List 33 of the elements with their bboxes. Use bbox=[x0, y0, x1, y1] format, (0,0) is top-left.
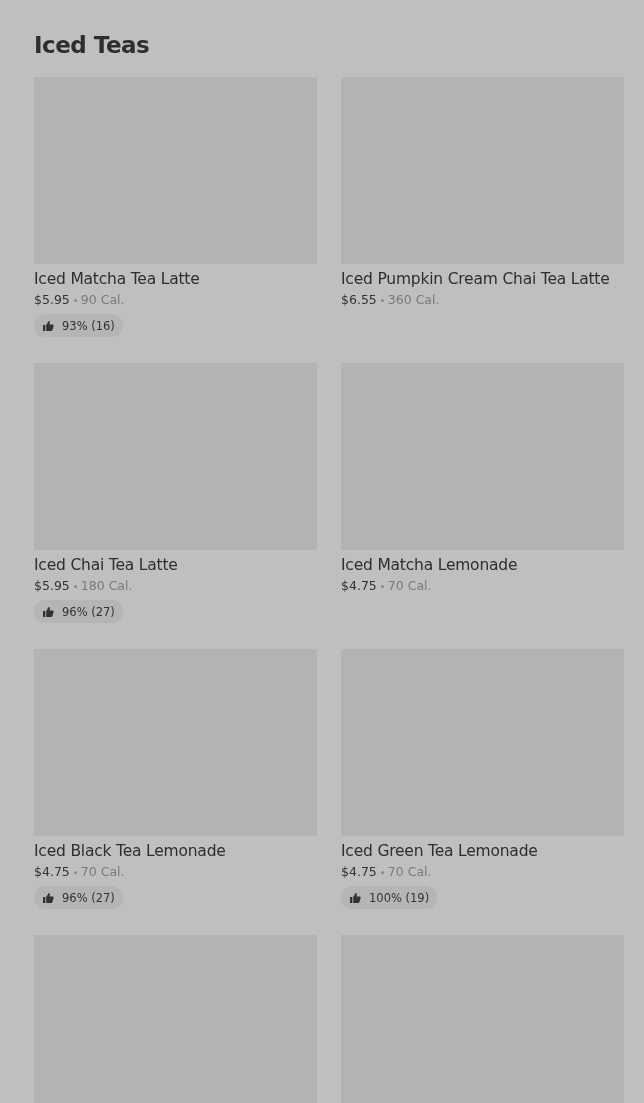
item-name[interactable]: Iced Green Tea Lemonade bbox=[341, 841, 624, 861]
rating-badge: 93% (16) bbox=[34, 314, 123, 337]
item-price: $6.55 bbox=[341, 292, 377, 308]
separator-dot bbox=[380, 298, 384, 302]
item-price: $4.75 bbox=[34, 864, 70, 880]
thumbs-up-icon bbox=[42, 605, 54, 618]
separator-dot bbox=[73, 298, 77, 302]
separator-dot bbox=[380, 870, 384, 874]
item-name[interactable]: Iced Matcha Lemonade bbox=[341, 555, 624, 575]
item-calories: 180 Cal. bbox=[80, 578, 133, 594]
section-title: Iced Teas bbox=[34, 31, 151, 59]
item-price: $4.75 bbox=[341, 864, 377, 880]
item-price: $5.95 bbox=[34, 578, 70, 594]
thumbs-up-icon bbox=[42, 891, 54, 904]
thumbs-up-icon bbox=[349, 891, 361, 904]
item-price: $5.95 bbox=[34, 292, 70, 308]
item-name[interactable]: Iced Chai Tea Latte bbox=[34, 555, 317, 575]
separator-dot bbox=[380, 584, 384, 588]
separator-dot bbox=[73, 584, 77, 588]
rating-badge: 96% (27) bbox=[34, 886, 123, 909]
thumbs-up-icon bbox=[42, 319, 54, 332]
item-calories: 90 Cal. bbox=[80, 292, 125, 308]
rating-badge: 96% (27) bbox=[34, 600, 123, 623]
item-name[interactable]: Iced Pumpkin Cream Chai Tea Latte bbox=[341, 269, 624, 289]
item-name[interactable]: Iced Matcha Tea Latte bbox=[34, 269, 317, 289]
item-price: $4.75 bbox=[341, 578, 377, 594]
item-calories: 70 Cal. bbox=[387, 864, 432, 880]
item-calories: 70 Cal. bbox=[80, 864, 125, 880]
item-name[interactable]: Iced Black Tea Lemonade bbox=[34, 841, 317, 861]
item-calories: 360 Cal. bbox=[387, 292, 440, 308]
rating-badge: 100% (19) bbox=[341, 886, 438, 909]
separator-dot bbox=[73, 870, 77, 874]
item-calories: 70 Cal. bbox=[387, 578, 432, 594]
